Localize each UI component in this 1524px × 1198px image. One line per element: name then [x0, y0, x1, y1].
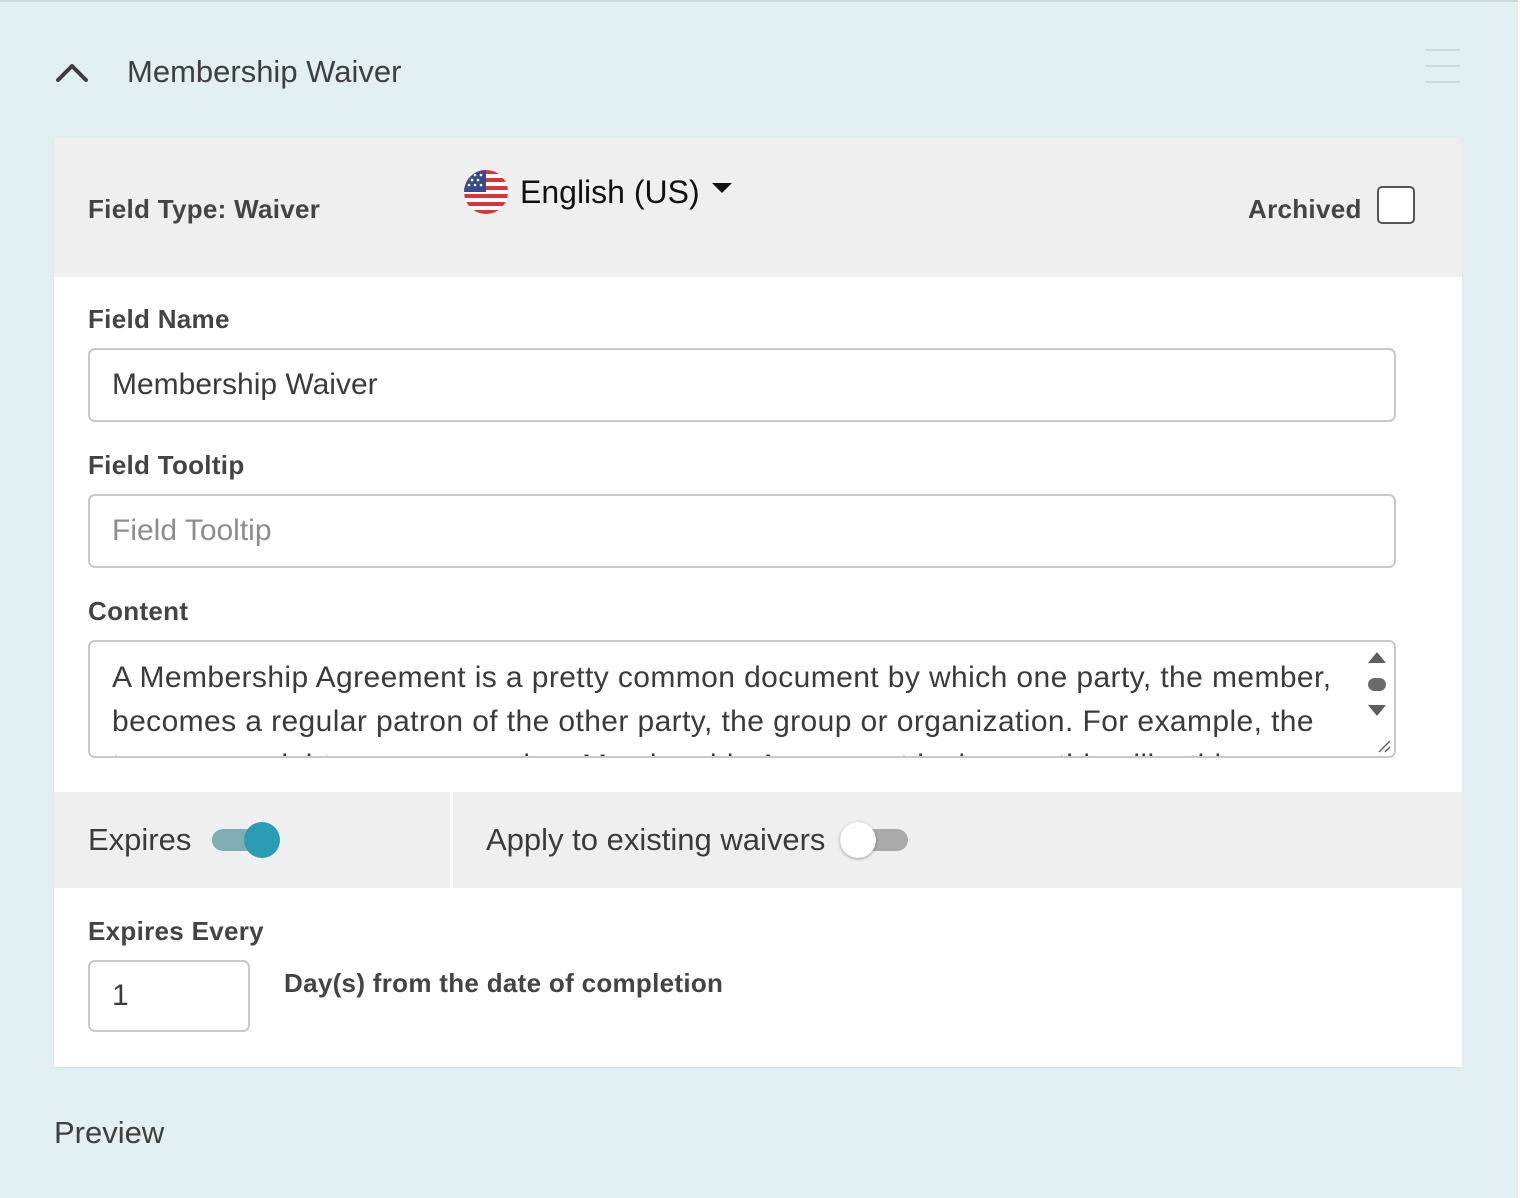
expires-toggle-knob	[244, 822, 280, 858]
expires-every-label: Expires Every	[88, 916, 264, 946]
field-name-label: Field Name	[88, 304, 230, 334]
section-title: Membership Waiver	[127, 54, 402, 89]
waiver-field-card: Field Type: Waiver English (US) Archived…	[54, 138, 1462, 1067]
field-name-input[interactable]	[88, 348, 1396, 422]
apply-existing-toggle[interactable]	[840, 819, 910, 859]
content-textarea[interactable]: A Membership Agreement is a pretty commo…	[88, 640, 1396, 758]
expires-every-input[interactable]	[88, 960, 250, 1032]
field-type-label: Field Type: Waiver	[88, 194, 321, 224]
hamburger-menu-icon[interactable]	[1426, 47, 1462, 85]
field-tooltip-label: Field Tooltip	[88, 450, 245, 480]
page-background: Membership Waiver Field Type: Waiver Eng…	[0, 0, 1518, 1198]
expires-toggle[interactable]	[212, 819, 282, 859]
toggle-divider	[450, 792, 453, 888]
card-header: Field Type: Waiver English (US) Archived	[54, 138, 1462, 277]
right-edge	[1518, 0, 1524, 1198]
language-select[interactable]: English (US)	[464, 170, 732, 214]
language-label: English (US)	[520, 173, 700, 210]
archived-label: Archived	[1248, 194, 1362, 224]
section-header: Membership Waiver	[54, 42, 401, 102]
apply-existing-toggle-knob	[840, 822, 876, 858]
scroll-down-arrow-icon[interactable]	[1368, 705, 1386, 716]
apply-existing-label: Apply to existing waivers	[486, 822, 826, 857]
resize-grip-icon[interactable]	[1376, 738, 1392, 754]
preview-title: Preview	[54, 1115, 165, 1150]
scroll-up-arrow-icon[interactable]	[1368, 652, 1386, 663]
archived-checkbox[interactable]	[1377, 186, 1415, 224]
toggle-row: Expires Apply to existing waivers	[54, 792, 1462, 888]
chevron-up-icon[interactable]	[54, 54, 90, 90]
expires-label: Expires	[88, 822, 192, 857]
us-flag-icon	[464, 170, 508, 214]
content-label: Content	[88, 596, 189, 626]
caret-down-icon	[711, 183, 732, 193]
field-tooltip-input[interactable]	[88, 494, 1396, 568]
scroll-thumb[interactable]	[1368, 678, 1386, 691]
expires-suffix-text: Day(s) from the date of completion	[284, 968, 724, 998]
content-text: A Membership Agreement is a pretty commo…	[112, 661, 1332, 756]
